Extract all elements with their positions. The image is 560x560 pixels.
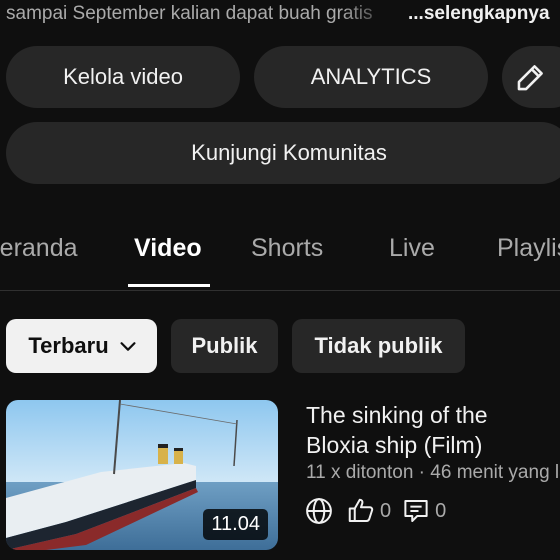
- tab-playlists[interactable]: Playlist: [497, 234, 560, 263]
- video-title[interactable]: The sinking of the Bloxia ship (Film): [306, 400, 556, 460]
- chevron-down-icon: [117, 335, 139, 357]
- video-stats: 0 0: [304, 494, 456, 528]
- manage-videos-button[interactable]: Kelola video: [6, 46, 240, 108]
- analytics-button[interactable]: ANALYTICS: [254, 46, 488, 108]
- tab-videos[interactable]: Video: [134, 234, 202, 263]
- description-text: sampai September kalian dapat buah grati…: [6, 3, 373, 24]
- video-duration: 11.04: [203, 509, 268, 540]
- visit-community-button[interactable]: Kunjungi Komunitas: [6, 122, 560, 184]
- edit-channel-button[interactable]: [502, 46, 560, 108]
- filter-unlisted-label: Tidak publik: [314, 333, 443, 358]
- globe-icon: [304, 496, 334, 526]
- comment-count: 0: [435, 499, 447, 522]
- video-meta: 11 x ditonton · 46 menit yang lalu: [306, 462, 560, 483]
- tab-live[interactable]: Live: [389, 234, 435, 263]
- active-tab-indicator: [128, 284, 210, 287]
- tab-home[interactable]: Beranda: [0, 234, 78, 263]
- channel-description[interactable]: sampai September kalian dapat buah grati…: [0, 0, 560, 30]
- filter-latest-chip[interactable]: Terbaru: [6, 319, 157, 373]
- filter-public-label: Publik: [191, 333, 258, 358]
- pencil-icon: [514, 60, 548, 94]
- thumbs-up-icon: [346, 496, 376, 526]
- analytics-label: ANALYTICS: [310, 64, 432, 89]
- filter-unlisted-chip[interactable]: Tidak publik: [292, 319, 465, 373]
- filter-public-chip[interactable]: Publik: [171, 319, 278, 373]
- tab-shorts[interactable]: Shorts: [251, 234, 323, 263]
- video-thumbnail[interactable]: 11.04: [6, 400, 278, 550]
- filter-latest-label: Terbaru: [28, 333, 109, 358]
- tabs-divider: [0, 290, 560, 291]
- like-count: 0: [380, 499, 392, 522]
- comment-icon: [401, 496, 431, 526]
- visit-community-label: Kunjungi Komunitas: [191, 140, 387, 165]
- description-more-link[interactable]: ...selengkapnya: [408, 3, 560, 25]
- channel-tabs: Beranda Video Shorts Live Playlist: [0, 222, 560, 288]
- description-fade: [340, 0, 410, 30]
- manage-videos-label: Kelola video: [63, 64, 183, 89]
